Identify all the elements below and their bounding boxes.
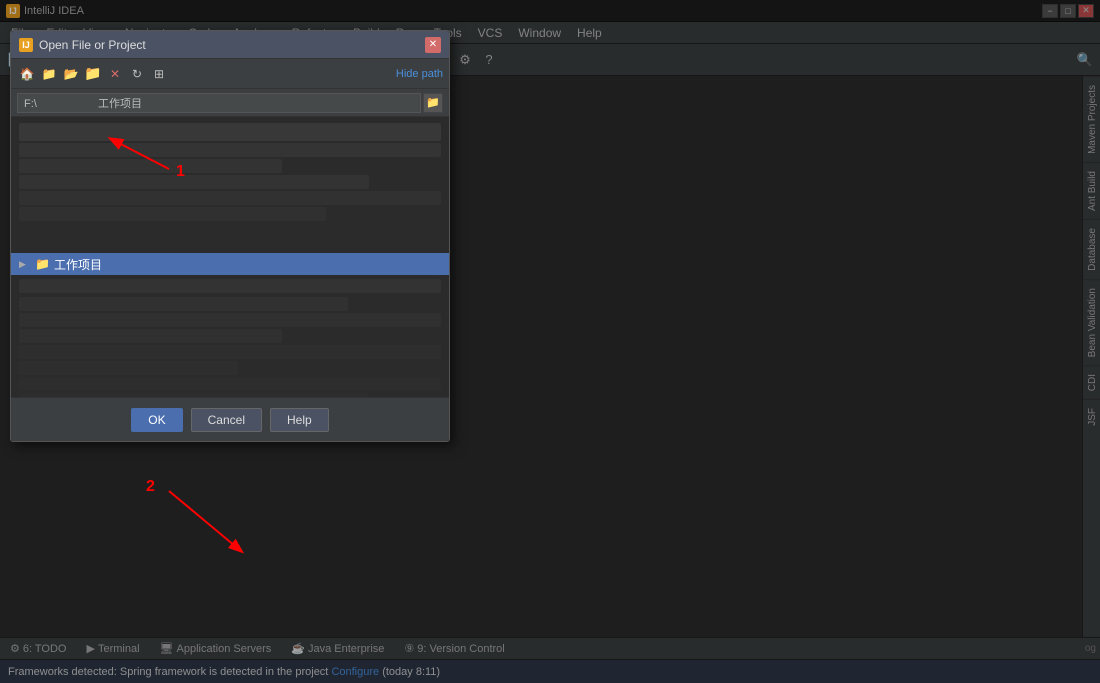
- help-button[interactable]: Help: [270, 408, 329, 432]
- blurred-row-7: [19, 279, 441, 293]
- dialog-title-bar: IJ Open File or Project ✕: [11, 31, 449, 59]
- hide-path-link[interactable]: Hide path: [396, 68, 443, 80]
- blurred-row-8: [19, 297, 348, 311]
- blurred-row-1: [19, 123, 441, 141]
- blurred-row-14: [19, 393, 369, 397]
- blurred-row-3: [19, 159, 282, 173]
- open-file-dialog: IJ Open File or Project ✕ 🏠 📁 📂 📁 ✕ ↻ ⊞ …: [10, 30, 450, 442]
- dialog-title: IJ Open File or Project: [19, 38, 146, 52]
- dialog-refresh-icon[interactable]: ↻: [127, 64, 147, 84]
- blurred-row-6: [19, 207, 326, 221]
- blurred-row-4: [19, 175, 369, 189]
- blurred-row-9: [19, 313, 441, 327]
- blurred-row-5: [19, 191, 441, 205]
- dialog-yellow-folder-icon[interactable]: 📁: [83, 64, 103, 84]
- file-tree[interactable]: ▶ 📁 工作项目: [11, 117, 449, 397]
- cancel-button[interactable]: Cancel: [191, 408, 262, 432]
- dialog-expand-icon[interactable]: ⊞: [149, 64, 169, 84]
- dialog-home-icon[interactable]: 🏠: [17, 64, 37, 84]
- blurred-row-2: [19, 143, 441, 157]
- ok-button[interactable]: OK: [131, 408, 182, 432]
- dialog-path-row: 📁: [11, 89, 449, 117]
- dialog-footer: OK Cancel Help: [11, 397, 449, 441]
- dialog-title-text: Open File or Project: [39, 38, 146, 52]
- path-folder-button[interactable]: 📁: [423, 93, 443, 113]
- dialog-new-folder-icon[interactable]: 📂: [61, 64, 81, 84]
- blurred-row-10: [19, 329, 282, 343]
- tree-toggle-icon[interactable]: ▶: [19, 259, 31, 270]
- tree-item-label: 工作项目: [54, 256, 102, 273]
- dialog-delete-icon[interactable]: ✕: [105, 64, 125, 84]
- dialog-folder-icon[interactable]: 📁: [39, 64, 59, 84]
- blurred-row-12: [19, 361, 238, 375]
- dialog-toolbar: 🏠 📁 📂 📁 ✕ ↻ ⊞ Hide path: [11, 59, 449, 89]
- dialog-close-button[interactable]: ✕: [425, 37, 441, 53]
- dialog-tool-icons: 🏠 📁 📂 📁 ✕ ↻ ⊞: [17, 64, 169, 84]
- tree-folder-icon: 📁: [35, 257, 50, 271]
- tree-row-work-project[interactable]: ▶ 📁 工作项目: [11, 253, 449, 275]
- tree-spacer: [11, 223, 449, 253]
- blurred-row-11: [19, 345, 441, 359]
- path-input[interactable]: [17, 93, 421, 113]
- blurred-row-13: [19, 377, 441, 391]
- dialog-app-icon: IJ: [19, 38, 33, 52]
